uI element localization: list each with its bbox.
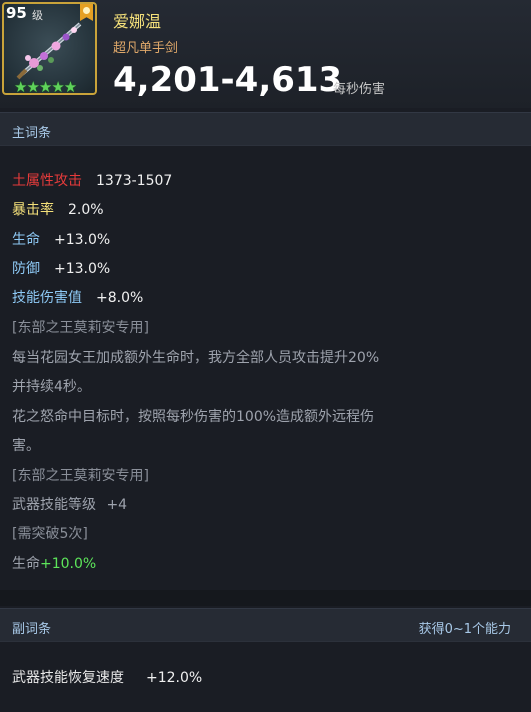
stat-label: 技能伤害值 (12, 290, 82, 306)
stat-label: 生命 (12, 232, 40, 248)
stat-value: +8.0% (96, 290, 144, 306)
item-header: 95 级 ★★★★★ 爱娜温 超凡单手剑 4,201-4,613 每秒伤害 (0, 0, 531, 108)
item-type: 超凡单手剑 (113, 41, 179, 56)
weapon-skill-level-label: 武器技能等级 (12, 497, 96, 513)
effect-description: 并持续4秒。 (12, 379, 91, 395)
item-name: 爱娜温 (113, 12, 162, 31)
rarity-stars: ★★★★★ (14, 78, 77, 95)
breakthrough-requirement: [需突破5次] (12, 526, 88, 542)
main-stats-header: 主词条 (0, 112, 531, 146)
item-icon-frame[interactable]: 95 级 ★★★★★ (2, 2, 97, 95)
stat-value: +13.0% (54, 261, 111, 277)
stat-row-crit: 暴击率 2.0% (12, 199, 104, 219)
bonus-hp-value: +10.0% (40, 556, 97, 572)
exclusive-tag: [东部之王莫莉安专用] (12, 468, 149, 484)
stat-value: 1373-1507 (96, 173, 173, 189)
stat-value: 2.0% (68, 202, 104, 218)
stat-row-skill-damage: 技能伤害值 +8.0% (12, 287, 143, 307)
stat-label: 土属性攻击 (12, 173, 82, 189)
sub-stat-value: +12.0% (146, 670, 203, 686)
stat-label: 暴击率 (12, 202, 54, 218)
stat-label: 防御 (12, 261, 40, 277)
dps-value: 4,201-4,613 (113, 60, 343, 100)
bonus-hp-label: 生命 (12, 556, 40, 572)
weapon-skill-level-row: 武器技能等级 +4 (12, 494, 127, 514)
sub-stats-title: 副词条 (12, 622, 52, 637)
dps-label: 每秒伤害 (333, 82, 386, 97)
sub-stat-row: 武器技能恢复速度 +12.0% (12, 667, 202, 687)
effect-description: 花之怒命中目标时，按照每秒伤害的100%造成额外远程伤 (12, 409, 375, 425)
sword-icon (16, 22, 82, 80)
stat-row-defense: 防御 +13.0% (12, 258, 110, 278)
bonus-hp-row: 生命+10.0% (12, 553, 96, 573)
exclusive-tag: [东部之王莫莉安专用] (12, 320, 149, 336)
sub-stat-label: 武器技能恢复速度 (12, 670, 124, 686)
weapon-skill-level-value: +4 (106, 497, 128, 513)
sub-stats-header: 副词条 获得0~1个能力 (0, 608, 531, 642)
sub-stats-note: 获得0~1个能力 (418, 622, 511, 637)
effect-description: 每当花园女王加成额外生命时，我方全部人员攻击提升20% (12, 350, 380, 366)
effect-description: 害。 (12, 438, 40, 454)
stat-row-hp: 生命 +13.0% (12, 229, 110, 249)
main-stats-title: 主词条 (12, 126, 52, 141)
stat-row-earth-attack: 土属性攻击 1373-1507 (12, 170, 172, 190)
stat-value: +13.0% (54, 232, 111, 248)
section-divider (0, 590, 531, 606)
